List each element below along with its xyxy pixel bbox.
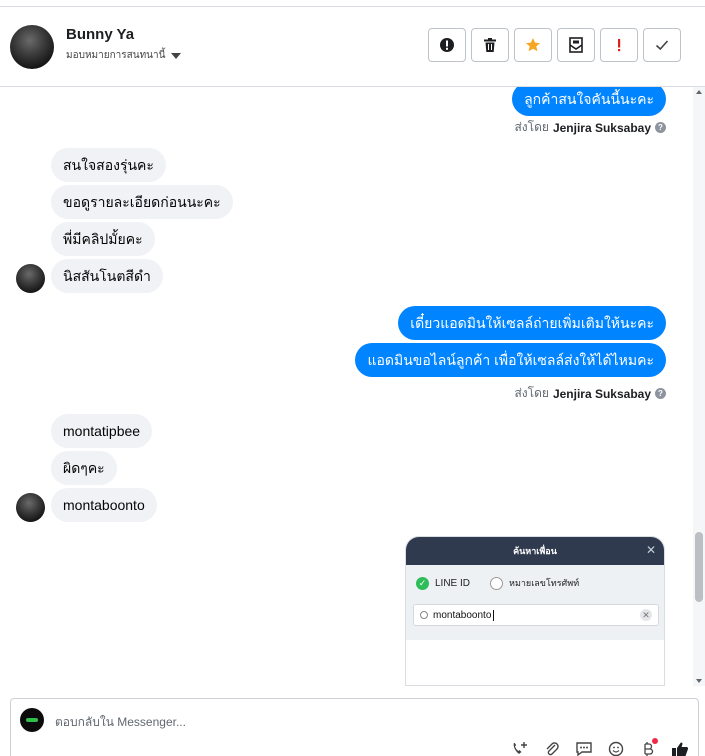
sent-by-agent[interactable]: Jenjira Suksabay: [553, 121, 651, 135]
radio-icon: [490, 576, 504, 590]
like-icon: [672, 742, 689, 756]
composer-toolbar: [508, 738, 692, 756]
text-cursor: [493, 609, 495, 621]
attachment-header: ค้นหาเพื่อน ✕: [406, 537, 664, 565]
action-toolbar: [428, 28, 681, 62]
sent-by-prefix: ส่งโดย: [514, 386, 549, 400]
assign-dropdown[interactable]: มอบหมายการสนทนานี้: [66, 48, 182, 63]
search-type-options: ✓ LINE ID หมายเลขโทรศัพท์: [416, 576, 579, 590]
sender-avatar: [16, 493, 45, 522]
delete-button[interactable]: [471, 28, 509, 62]
like-button[interactable]: [668, 741, 692, 756]
notification-dot: [652, 738, 658, 744]
help-icon[interactable]: ?: [655, 122, 666, 133]
sent-by-prefix: ส่งโดย: [514, 120, 549, 134]
conversation-header: Bunny Ya มอบหมายการสนทนานี้: [0, 7, 705, 87]
paperclip-icon: [546, 742, 559, 756]
mail-icon: [569, 37, 583, 53]
trash-icon: [484, 38, 496, 52]
message-bubble[interactable]: พี่มีคลิปมั้ยคะ: [51, 222, 155, 256]
contact-name[interactable]: Bunny Ya: [66, 26, 134, 43]
reply-composer: ตอบกลับใน Messenger...: [10, 698, 699, 756]
call-add-button[interactable]: [508, 741, 532, 756]
saved-reply-icon: [576, 742, 592, 756]
sender-avatar: [16, 264, 45, 293]
scrollbar[interactable]: [693, 87, 705, 686]
check-circle-icon: ✓: [416, 576, 429, 590]
message-bubble[interactable]: ขอดูรายละเอียดก่อนนะคะ: [51, 185, 233, 219]
mark-unread-button[interactable]: [557, 28, 595, 62]
avatar[interactable]: [10, 25, 54, 69]
option-phone: หมายเลขโทรศัพท์: [509, 578, 580, 588]
reply-input[interactable]: ตอบกลับใน Messenger...: [55, 713, 186, 732]
attachment-search-value: montaboonto: [433, 609, 492, 621]
attach-button[interactable]: [540, 741, 564, 756]
sent-by-label: ส่งโดย Jenjira Suksabay ?: [514, 384, 666, 403]
emoji-button[interactable]: [604, 741, 628, 756]
star-button[interactable]: [514, 28, 552, 62]
caret-down-icon: [171, 52, 182, 59]
message-bubble[interactable]: แอดมินขอไลน์ลูกค้า เพื่อให้เซลล์ส่งให้ได…: [355, 343, 666, 377]
payment-button[interactable]: [636, 738, 660, 756]
message-thread: ลูกค้าสนใจคันนี้นะคะ ส่งโดย Jenjira Suks…: [0, 87, 693, 686]
message-bubble[interactable]: ผิดๆคะ: [51, 451, 117, 485]
spam-button[interactable]: [428, 28, 466, 62]
message-bubble[interactable]: นิสสันโนตสีดำ: [51, 259, 163, 293]
option-line-id: LINE ID: [435, 577, 471, 589]
page-avatar: [20, 708, 44, 732]
follow-up-button[interactable]: [600, 28, 638, 62]
message-bubble[interactable]: montatipbee: [51, 414, 153, 448]
message-bubble[interactable]: montaboonto: [51, 488, 157, 522]
help-icon[interactable]: ?: [655, 388, 666, 399]
message-bubble[interactable]: ลูกค้าสนใจคันนี้นะคะ: [512, 87, 666, 116]
sent-by-label: ส่งโดย Jenjira Suksabay ?: [514, 118, 666, 137]
message-bubble[interactable]: สนใจสองรุ่นคะ: [51, 148, 166, 182]
image-attachment[interactable]: ค้นหาเพื่อน ✕ ✓ LINE ID หมายเลขโทรศัพท์ …: [405, 536, 665, 686]
done-button[interactable]: [643, 28, 681, 62]
saved-reply-button[interactable]: [572, 741, 596, 756]
attachment-title: ค้นหาเพื่อน: [513, 546, 557, 556]
message-bubble[interactable]: เดี๋ยวแอดมินให้เซลล์ถ่ายเพิ่มเติมให้นะคะ: [398, 306, 666, 340]
scroll-down-icon[interactable]: [696, 679, 702, 683]
clear-icon: ✕: [640, 609, 652, 621]
exclamation-icon: [618, 39, 621, 52]
emoji-icon: [608, 741, 624, 756]
scroll-thumb[interactable]: [695, 532, 703, 602]
sent-by-agent[interactable]: Jenjira Suksabay: [553, 387, 651, 401]
attachment-body: ✓ LINE ID หมายเลขโทรศัพท์ montaboonto ✕: [406, 565, 664, 640]
star-icon: [526, 38, 540, 52]
alert-icon: [440, 38, 454, 52]
assign-label: มอบหมายการสนทนานี้: [66, 50, 166, 61]
close-icon: ✕: [645, 543, 656, 557]
check-icon: [655, 40, 669, 51]
search-icon: [420, 611, 428, 619]
attachment-search-field: montaboonto ✕: [413, 604, 659, 626]
call-add-icon: [513, 742, 527, 754]
scroll-up-icon[interactable]: [696, 90, 702, 94]
